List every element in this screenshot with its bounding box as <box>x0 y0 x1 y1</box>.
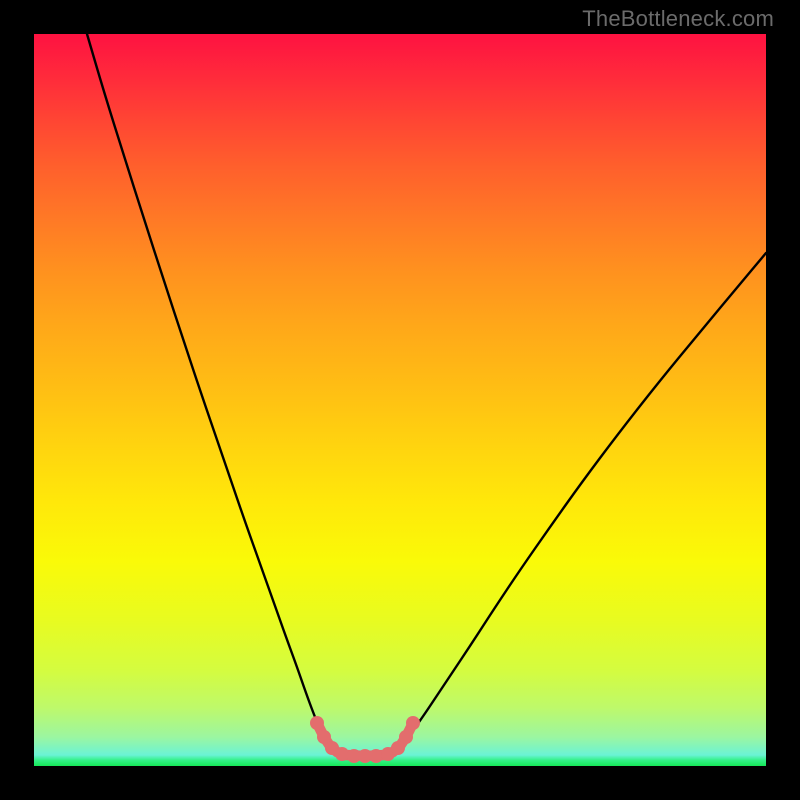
outline-dot <box>399 730 413 744</box>
chart-plot-area <box>34 34 766 766</box>
right-curve <box>406 253 766 738</box>
chart-svg <box>34 34 766 766</box>
outline-dot <box>406 716 420 730</box>
outline-dots-group <box>310 716 420 763</box>
outline-dot <box>369 749 383 763</box>
watermark-text: TheBottleneck.com <box>582 6 774 32</box>
outline-dot <box>310 716 324 730</box>
outline-dot <box>335 747 349 761</box>
left-curve <box>87 34 324 738</box>
